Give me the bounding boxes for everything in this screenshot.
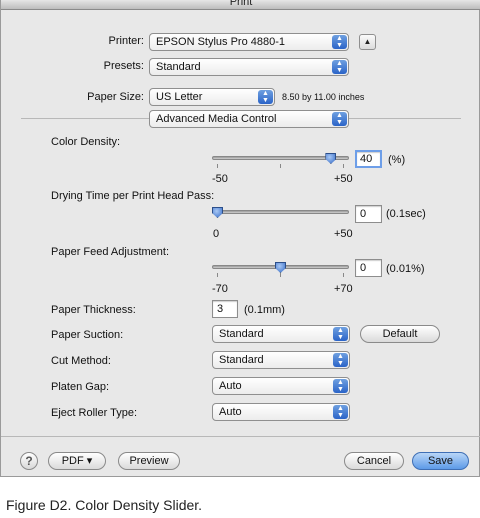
paper-feed-unit: (0.01%) xyxy=(386,263,425,275)
paper-feed-label: Paper Feed Adjustment: xyxy=(51,246,170,258)
updown-arrows-icon: ▲ ▼ xyxy=(332,60,347,74)
preview-button[interactable]: Preview xyxy=(118,452,180,470)
drying-time-min: 0 xyxy=(213,228,220,240)
updown-arrows-icon: ▲ ▼ xyxy=(333,405,348,419)
presets-label: Presets: xyxy=(103,60,144,72)
presets-value: Standard xyxy=(156,61,201,73)
save-button[interactable]: Save xyxy=(412,452,469,470)
updown-arrows-icon: ▲ ▼ xyxy=(332,35,347,49)
drying-time-label: Drying Time per Print Head Pass: xyxy=(51,190,215,202)
eject-roller-value: Auto xyxy=(219,406,242,418)
color-density-unit: (%) xyxy=(388,154,406,166)
cut-method-value: Standard xyxy=(219,354,264,366)
slider-tick xyxy=(343,164,344,168)
slider-thumb-icon[interactable] xyxy=(325,153,337,164)
paper-suction-value: Standard xyxy=(219,328,264,340)
slider-tick xyxy=(280,164,281,168)
platen-gap-value: Auto xyxy=(219,380,242,392)
drying-time-field[interactable]: 0 xyxy=(355,205,382,223)
printer-value: EPSON Stylus Pro 4880-1 xyxy=(156,36,286,48)
color-density-min: -50 xyxy=(212,173,228,185)
figure-caption: Figure D2. Color Density Slider. xyxy=(6,497,203,513)
paper-dimensions: 8.50 by 11.00 inches xyxy=(282,92,365,102)
paper-thickness-field[interactable]: 3 xyxy=(212,300,238,318)
presets-popup[interactable]: Standard ▲ ▼ xyxy=(149,58,349,76)
color-density-label: Color Density: xyxy=(51,136,121,148)
platen-gap-popup[interactable]: Auto ▲ ▼ xyxy=(212,377,350,395)
paper-feed-max: +70 xyxy=(334,283,353,295)
slider-thumb-icon[interactable] xyxy=(212,207,223,218)
default-button[interactable]: Default xyxy=(360,325,440,343)
help-icon[interactable]: ? xyxy=(20,452,38,470)
paper-thickness-unit: (0.1mm) xyxy=(244,304,285,316)
color-density-max: +50 xyxy=(334,173,353,185)
pdf-button[interactable]: PDF ▾ xyxy=(48,452,106,470)
slider-thumb-icon[interactable] xyxy=(275,262,286,273)
updown-arrows-icon: ▲ ▼ xyxy=(333,379,348,393)
cancel-button[interactable]: Cancel xyxy=(344,452,404,470)
paper-suction-popup[interactable]: Standard ▲ ▼ xyxy=(212,325,350,343)
eject-roller-popup[interactable]: Auto ▲ ▼ xyxy=(212,403,350,421)
slider-tick xyxy=(217,164,218,168)
printer-popup[interactable]: EPSON Stylus Pro 4880-1 ▲ ▼ xyxy=(149,33,349,51)
eject-roller-label: Eject Roller Type: xyxy=(51,407,138,419)
slider-tick xyxy=(280,273,281,277)
window-title: Print xyxy=(229,0,253,8)
paper-thickness-label: Paper Thickness: xyxy=(51,304,136,316)
updown-arrows-icon: ▲ ▼ xyxy=(258,90,273,104)
drying-time-max: +50 xyxy=(334,228,353,240)
printer-label: Printer: xyxy=(108,35,144,47)
color-density-field[interactable]: 40 xyxy=(355,150,382,168)
paper-suction-label: Paper Suction: xyxy=(51,329,124,341)
slider-tick xyxy=(343,273,344,277)
paper-feed-field[interactable]: 0 xyxy=(355,259,382,277)
updown-arrows-icon: ▲ ▼ xyxy=(332,112,347,126)
drying-time-unit: (0.1sec) xyxy=(386,208,426,220)
slider-tick xyxy=(217,273,218,277)
cut-method-popup[interactable]: Standard ▲ ▼ xyxy=(212,351,350,369)
paper-feed-min: -70 xyxy=(212,283,228,295)
print-dialog: Print Printer: EPSON Stylus Pro 4880-1 ▲… xyxy=(0,0,480,477)
disclosure-button[interactable]: ▲ xyxy=(359,34,376,50)
paper-size-value: US Letter xyxy=(156,91,203,103)
paper-size-popup[interactable]: US Letter ▲ ▼ xyxy=(149,88,275,106)
drying-time-slider[interactable] xyxy=(212,210,349,214)
paper-size-label: Paper Size: xyxy=(87,91,144,103)
cut-method-label: Cut Method: xyxy=(51,355,111,367)
panel-menu-value: Advanced Media Control xyxy=(156,113,277,125)
platen-gap-label: Platen Gap: xyxy=(51,381,110,393)
updown-arrows-icon: ▲ ▼ xyxy=(333,353,348,367)
divider xyxy=(1,436,480,437)
updown-arrows-icon: ▲ ▼ xyxy=(333,327,348,341)
title-bar: Print xyxy=(1,0,480,10)
panel-menu-popup[interactable]: Advanced Media Control ▲ ▼ xyxy=(149,110,349,128)
